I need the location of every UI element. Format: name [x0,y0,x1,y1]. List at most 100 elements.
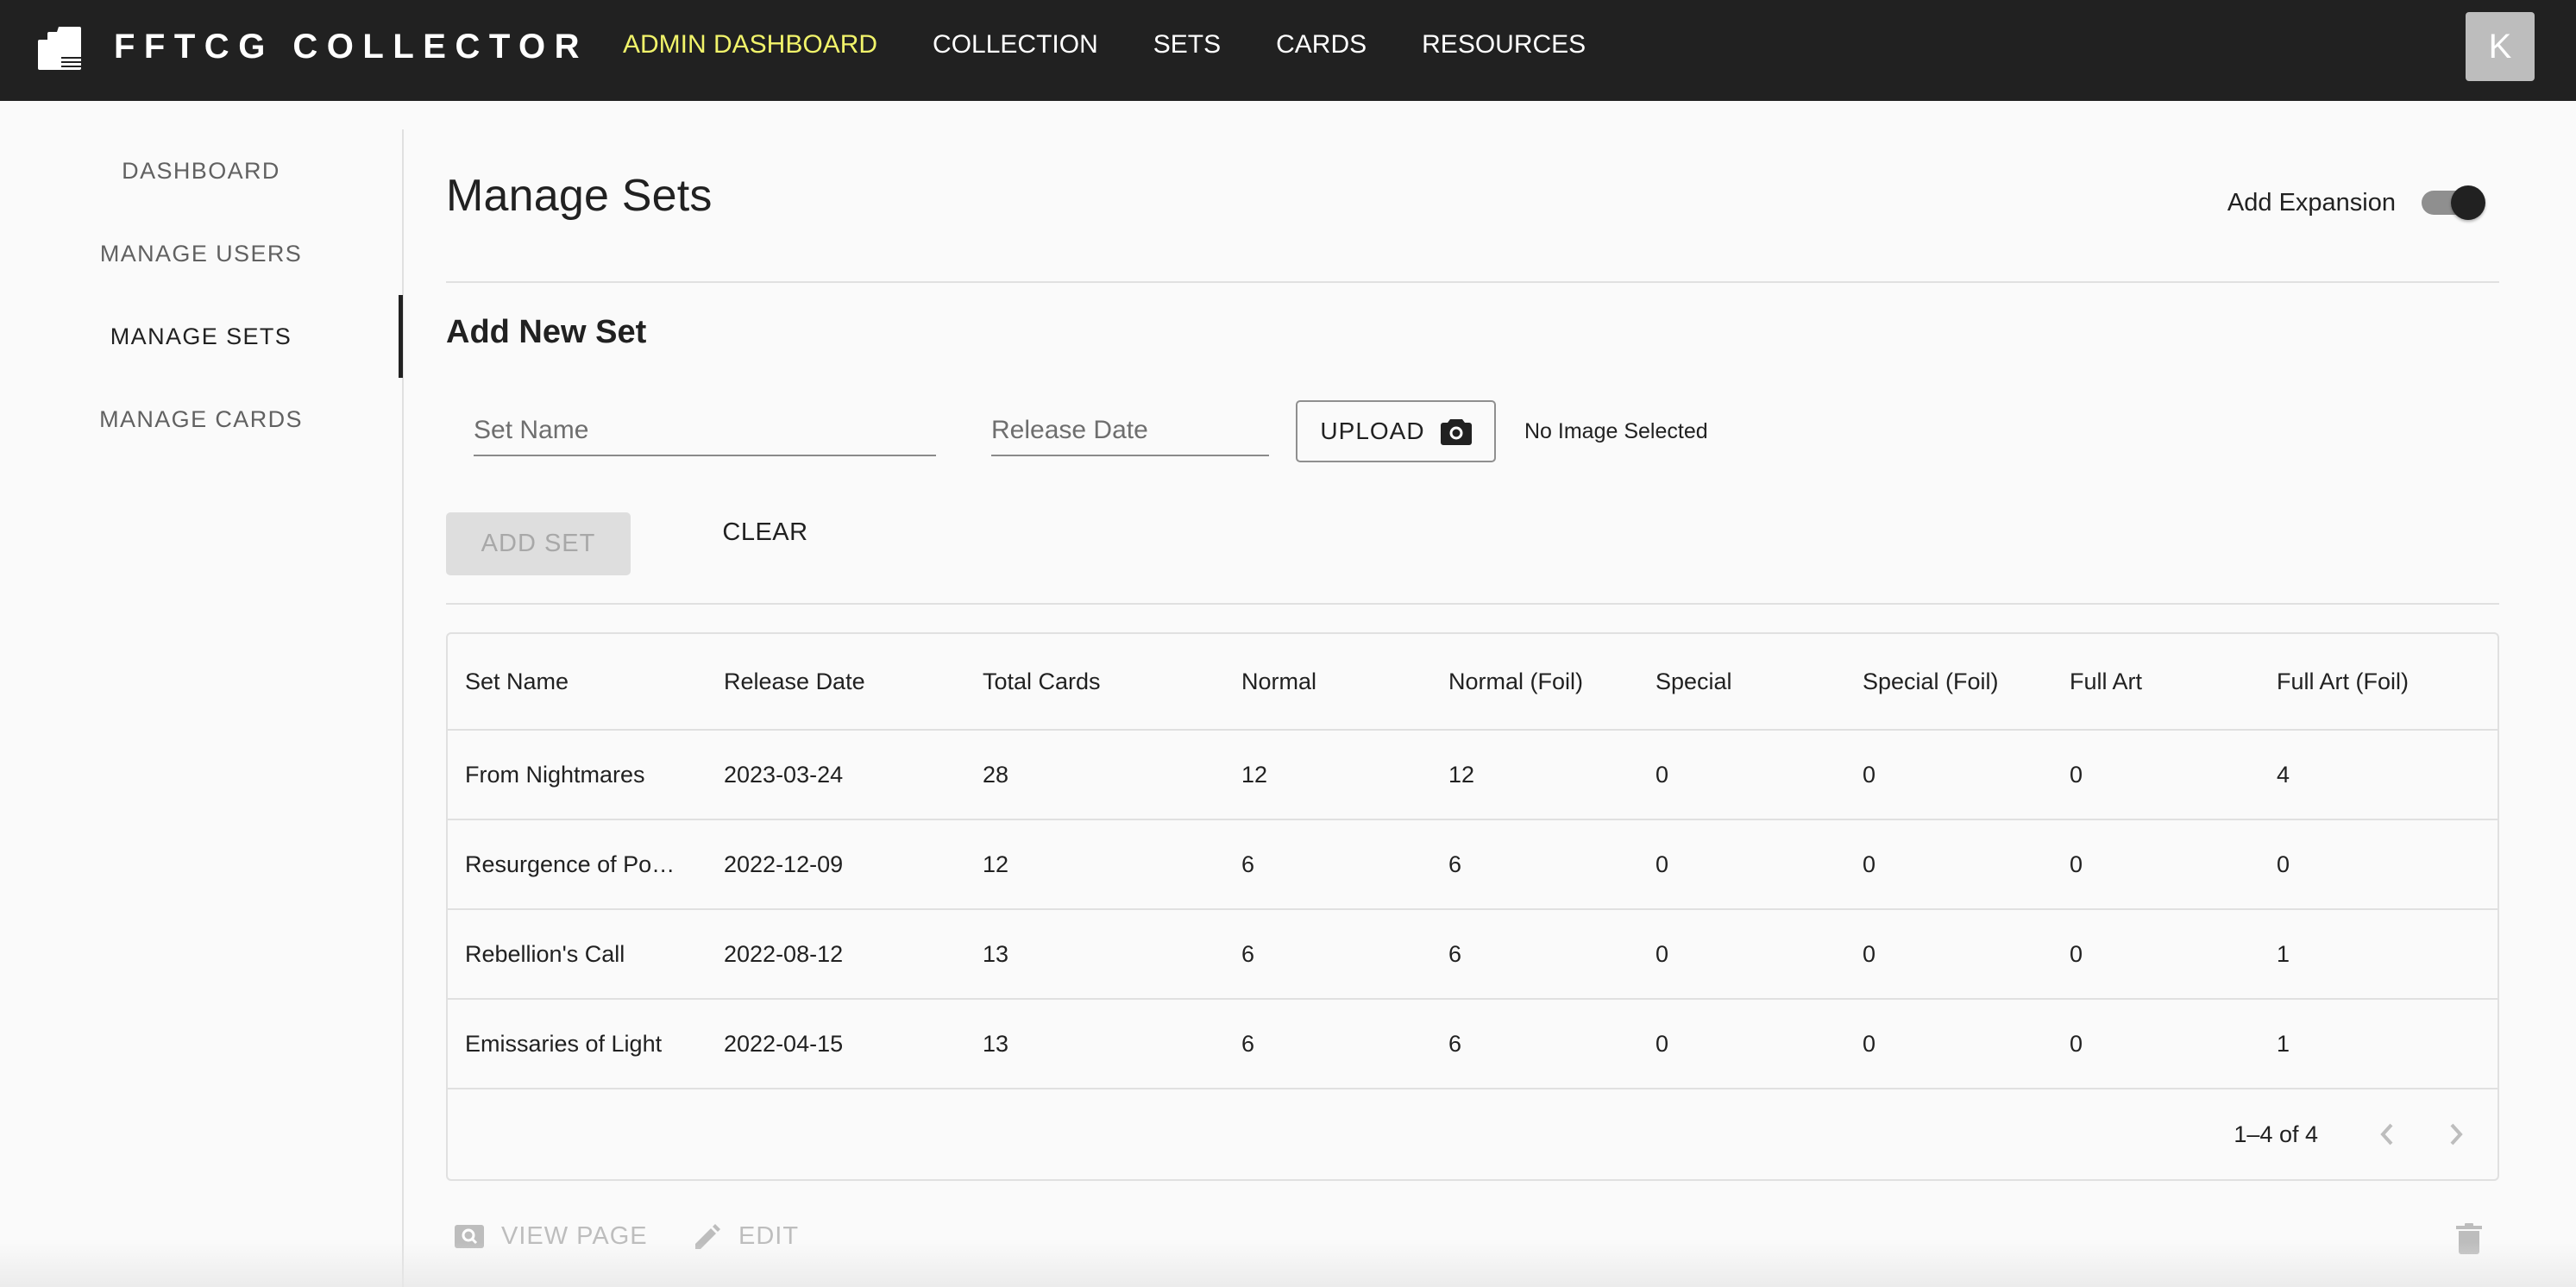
cell-value: 28 [983,761,1009,788]
next-page-button[interactable] [2435,1114,2477,1155]
image-status-text: No Image Selected [1524,419,1708,443]
cell-value: 6 [1241,851,1255,877]
sidebar-item-dashboard[interactable]: DASHBOARD [0,129,402,212]
cell-value: 2022-12-09 [724,851,844,877]
cell-release-date: 2023-03-24 [707,762,965,788]
cell-value: 12 [1241,761,1268,788]
nav-cards[interactable]: CARDS [1276,29,1367,60]
sets-table: Set Name Release Date Total Cards Normal… [446,632,2499,1181]
cell-value: 12 [983,851,1009,877]
cell-normal-foil: 6 [1431,941,1638,968]
cell-value: 6 [1241,1030,1255,1057]
cell-normal-foil: 6 [1431,851,1638,878]
view-page-label: VIEW PAGE [501,1222,648,1250]
cell-release-date: 2022-12-09 [707,851,965,878]
cell-total-cards: 13 [965,941,1224,968]
delete-button[interactable] [2456,1222,2482,1259]
nav-collection[interactable]: COLLECTION [933,29,1098,60]
column-header-full-art-foil[interactable]: Full Art (Foil) [2259,669,2497,695]
table-row[interactable]: Resurgence of Po… 2022-12-09 12 6 6 0 0 0 0 [448,820,2497,910]
cell-value: 0 [1656,940,1669,967]
cell-normal: 6 [1224,1031,1431,1058]
view-page-button[interactable]: VIEW PAGE [455,1222,648,1251]
cell-value: 13 [983,1030,1009,1057]
add-expansion-toggle[interactable] [2416,184,2485,222]
cell-value: 13 [983,940,1009,967]
cell-value: 6 [1448,1030,1462,1057]
app-brand[interactable]: FFTCG COLLECTOR [114,28,588,66]
cell-set-name: From Nightmares [448,762,707,788]
cell-special: 0 [1638,1031,1845,1058]
column-header-full-art[interactable]: Full Art [2052,669,2259,695]
cell-value: 0 [2070,851,2083,877]
upload-image-button[interactable]: UPLOAD [1296,400,1496,462]
camera-icon [1440,419,1472,445]
edit-button[interactable]: EDIT [694,1222,799,1251]
cell-full-art-foil: 1 [2259,941,2497,968]
sidebar-item-manage-cards[interactable]: MANAGE CARDS [0,378,402,461]
add-expansion-control: Add Expansion [2227,184,2485,222]
cell-value: 0 [1863,761,1876,788]
cell-special: 0 [1638,941,1845,968]
column-header-set-name[interactable]: Set Name [448,669,707,695]
table-row[interactable]: Rebellion's Call 2022-08-12 13 6 6 0 0 0 1 [448,910,2497,1000]
cell-value: 0 [2070,761,2083,788]
cell-set-name: Emissaries of Light [448,1031,707,1058]
cell-special-foil: 0 [1845,762,2052,788]
column-header-special-foil[interactable]: Special (Foil) [1845,669,2052,695]
add-set-button[interactable]: ADD SET [446,512,631,575]
column-header-total-cards[interactable]: Total Cards [965,669,1224,695]
cell-special-foil: 0 [1845,1031,2052,1058]
set-name-input[interactable] [474,405,936,453]
cell-full-art: 0 [2052,851,2259,878]
cell-value: 6 [1448,851,1462,877]
cell-value: 0 [2070,940,2083,967]
chevron-left-icon [2380,1123,2393,1146]
toggle-thumb [2451,185,2485,220]
edit-label: EDIT [738,1222,800,1250]
column-header-normal[interactable]: Normal [1224,669,1431,695]
set-name-field [474,405,936,456]
column-header-release-date[interactable]: Release Date [707,669,965,695]
nav-resources[interactable]: RESOURCES [1422,29,1586,60]
release-date-input[interactable] [991,405,1269,453]
cell-special: 0 [1638,762,1845,788]
previous-page-button[interactable] [2366,1114,2408,1155]
page-search-icon [455,1224,484,1248]
table-row[interactable]: From Nightmares 2023-03-24 28 12 12 0 0 0 4 [448,731,2497,820]
cell-value: 2022-04-15 [724,1030,844,1057]
pencil-icon [695,1223,720,1249]
cell-value: From Nightmares [465,761,645,788]
cell-full-art: 0 [2052,762,2259,788]
form-divider [446,603,2499,605]
admin-sidebar: DASHBOARD MANAGE USERS MANAGE SETS MANAG… [0,129,404,1287]
nav-admin-dashboard[interactable]: ADMIN DASHBOARD [623,29,877,60]
column-header-special[interactable]: Special [1638,669,1845,695]
table-row[interactable]: Emissaries of Light 2022-04-15 13 6 6 0 0 0 1 [448,1000,2497,1089]
cell-value: 12 [1448,761,1475,788]
nav-sets[interactable]: SETS [1153,29,1221,60]
sidebar-item-manage-sets[interactable]: MANAGE SETS [0,295,402,378]
clear-button[interactable]: CLEAR [688,506,843,558]
column-header-normal-foil[interactable]: Normal (Foil) [1431,669,1638,695]
user-avatar[interactable]: K [2466,12,2535,81]
cell-value: 0 [2277,851,2290,877]
cell-normal: 6 [1224,851,1431,878]
cell-value: Rebellion's Call [465,940,625,967]
chevron-right-icon [2450,1123,2463,1146]
cell-full-art: 0 [2052,941,2259,968]
cell-release-date: 2022-04-15 [707,1031,965,1058]
cell-value: 4 [2277,761,2290,788]
cell-set-name: Rebellion's Call [448,941,707,968]
cell-value: 6 [1448,940,1462,967]
sidebar-item-manage-users[interactable]: MANAGE USERS [0,212,402,295]
cell-release-date: 2022-08-12 [707,941,965,968]
header-divider [446,281,2499,283]
cell-normal: 6 [1224,941,1431,968]
cell-value: 0 [1863,940,1876,967]
cell-total-cards: 28 [965,762,1224,788]
cell-value: Emissaries of Light [465,1030,663,1057]
cell-total-cards: 12 [965,851,1224,878]
cell-value: 0 [1656,1030,1669,1057]
add-set-title: Add New Set [446,314,647,350]
